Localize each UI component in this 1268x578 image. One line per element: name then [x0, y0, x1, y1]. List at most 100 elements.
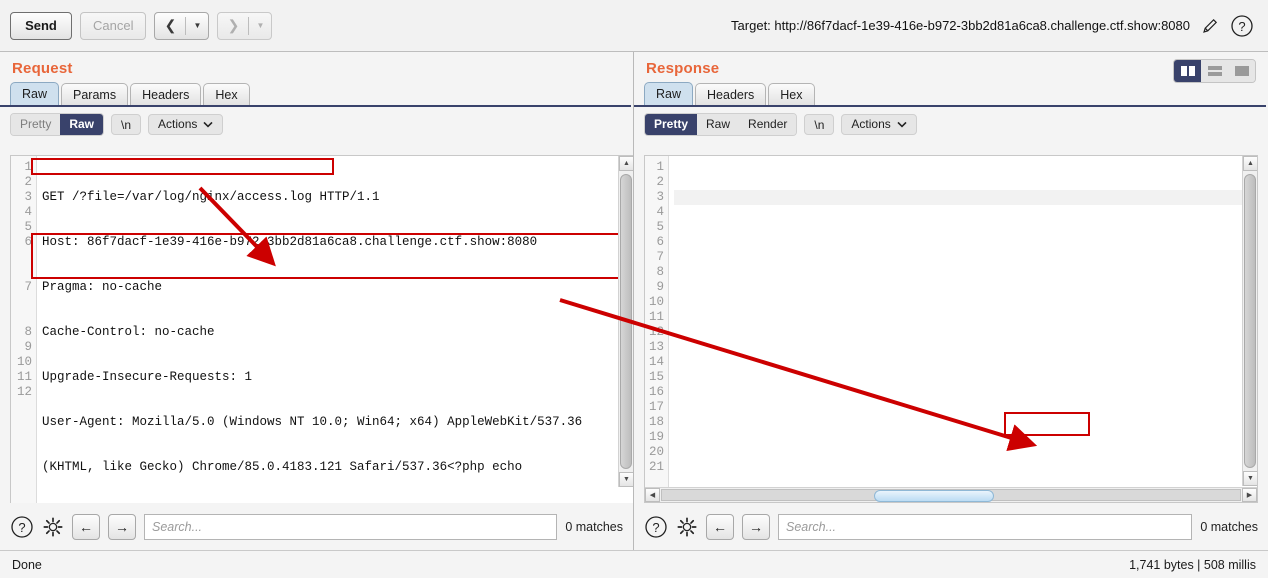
request-search-input[interactable] [144, 513, 558, 540]
response-vscroll-thumb[interactable] [1244, 174, 1256, 468]
line-number: 5 [24, 220, 32, 234]
response-raw-button[interactable]: Raw [697, 113, 740, 135]
scroll-up-icon[interactable]: ▲ [619, 156, 633, 171]
response-actions-label: Actions [851, 116, 891, 131]
status-text: Done [12, 557, 42, 572]
line-number: 10 [648, 295, 664, 309]
line-number: 7 [656, 250, 664, 264]
code-line: User-Agent: Mozilla/5.0 (Windows NT 10.0… [42, 415, 583, 429]
code-line: Upgrade-Insecure-Requests: 1 [42, 370, 253, 384]
response-body-text[interactable]: Tkfo9221aKAbYpWbNzEvBZ6ruHpMvJbayZH4QK7g… [669, 156, 1257, 502]
target-url-label: Target: http://86f7dacf-1e39-416e-b972-3… [731, 18, 1190, 33]
code-line: Pragma: no-cache [42, 280, 163, 294]
request-pretty-button[interactable]: Pretty [11, 113, 61, 135]
back-button[interactable]: ❮ ▼ [154, 11, 210, 40]
response-newline-button[interactable]: \n [804, 113, 835, 135]
request-newline-button[interactable]: \n [111, 113, 142, 135]
chevron-down-icon [897, 121, 907, 128]
gear-icon[interactable] [676, 516, 698, 538]
response-line-numbers: 1 2 3 4 5 6 7 8 9 10 11 12 13 14 15 16 1… [645, 156, 669, 502]
line-number: 8 [24, 325, 32, 339]
request-format-toggle: Pretty Raw [10, 112, 105, 136]
help-icon[interactable]: ? [1230, 14, 1254, 38]
tab-response-headers[interactable]: Headers [695, 83, 767, 105]
tab-request-headers[interactable]: Headers [130, 83, 202, 105]
scroll-right-icon[interactable]: ▶ [1242, 488, 1257, 502]
scroll-left-icon[interactable]: ◀ [645, 488, 660, 502]
single-view-icon[interactable] [1228, 60, 1255, 82]
cancel-button[interactable]: Cancel [80, 11, 147, 40]
line-number [11, 250, 32, 265]
response-findbar: ? ← → 0 matches [634, 503, 1268, 550]
response-pretty-button[interactable]: Pretty [645, 113, 698, 135]
line-number: 3 [24, 190, 32, 204]
stacked-view-icon[interactable] [1201, 60, 1228, 82]
request-subtoolbar: Pretty Raw \n Actions [0, 107, 633, 141]
send-button[interactable]: Send [10, 11, 72, 40]
request-code: 1 2 3 4 5 6 7 8 9 10 11 12 GET /?file=/v… [11, 156, 633, 503]
request-vscrollbar[interactable]: ▲ ▼ [618, 156, 633, 487]
chevron-left-icon: ❮ [164, 17, 177, 33]
find-prev-button[interactable]: ← [706, 513, 734, 540]
line-number: 3 [656, 190, 664, 204]
response-vscrollbar[interactable]: ▲ ▼ [1242, 156, 1257, 486]
help-icon[interactable]: ? [644, 515, 668, 539]
top-toolbar: Send Cancel ❮ ▼ ❯ ▼ Target: http://86f7d… [0, 0, 1268, 52]
chevron-right-icon: ❯ [227, 17, 240, 33]
chevron-down-icon[interactable]: ▼ [249, 21, 271, 30]
response-tabs: Raw Headers Hex [634, 81, 1268, 105]
response-hscroll-thumb[interactable] [874, 490, 994, 502]
response-search-input[interactable] [778, 513, 1193, 540]
tab-request-raw[interactable]: Raw [10, 82, 60, 105]
find-next-button[interactable]: → [108, 513, 136, 540]
response-hscrollbar[interactable]: ◀ ▶ [645, 487, 1257, 502]
line-number: 18 [648, 415, 664, 429]
request-body-text[interactable]: GET /?file=/var/log/nginx/access.log HTT… [37, 156, 633, 503]
response-hscroll-track[interactable] [661, 489, 1241, 502]
chevron-down-icon[interactable]: ▼ [186, 21, 208, 30]
tab-request-params[interactable]: Params [61, 83, 129, 105]
response-editor[interactable]: 1 2 3 4 5 6 7 8 9 10 11 12 13 14 15 16 1… [644, 155, 1258, 503]
request-tabs: Raw Params Headers Hex [0, 81, 633, 105]
scroll-down-icon[interactable]: ▼ [619, 472, 633, 487]
code-line [674, 190, 1257, 205]
line-number: 6 [656, 235, 664, 249]
find-prev-button[interactable]: ← [72, 513, 100, 540]
line-number: 16 [648, 385, 664, 399]
response-match-count: 0 matches [1200, 519, 1258, 534]
line-number: 6 [24, 235, 32, 249]
request-vscroll-thumb[interactable] [620, 174, 632, 469]
request-editor[interactable]: 1 2 3 4 5 6 7 8 9 10 11 12 GET /?file=/v… [10, 155, 633, 503]
code-line: (KHTML, like Gecko) Chrome/85.0.4183.121… [42, 460, 523, 474]
request-line-numbers: 1 2 3 4 5 6 7 8 9 10 11 12 [11, 156, 37, 503]
request-raw-button[interactable]: Raw [60, 113, 104, 135]
gear-icon[interactable] [42, 516, 64, 538]
line-number: 13 [648, 340, 664, 354]
line-number: 7 [24, 280, 32, 294]
line-number [11, 310, 32, 325]
pencil-icon[interactable] [1200, 16, 1220, 36]
request-actions-button[interactable]: Actions [148, 113, 224, 135]
code-line: Cache-Control: no-cache [42, 325, 215, 339]
burp-repeater-window: Send Cancel ❮ ▼ ❯ ▼ Target: http://86f7d… [0, 0, 1268, 578]
line-number: 1 [24, 160, 32, 174]
scroll-up-icon[interactable]: ▲ [1243, 156, 1257, 171]
split-view-icon[interactable] [1174, 60, 1201, 82]
response-actions-button[interactable]: Actions [841, 113, 917, 135]
tab-response-raw[interactable]: Raw [644, 82, 694, 105]
response-render-button[interactable]: Render [739, 113, 797, 135]
request-match-count: 0 matches [565, 519, 623, 534]
help-icon[interactable]: ? [10, 515, 34, 539]
tab-response-hex[interactable]: Hex [768, 83, 815, 105]
line-number: 17 [648, 400, 664, 414]
line-number [11, 265, 32, 280]
forward-button[interactable]: ❯ ▼ [217, 11, 273, 40]
find-next-button[interactable]: → [742, 513, 770, 540]
tab-request-hex[interactable]: Hex [203, 83, 250, 105]
scroll-down-icon[interactable]: ▼ [1243, 471, 1257, 486]
request-findbar: ? ← → 0 matches [0, 503, 633, 550]
